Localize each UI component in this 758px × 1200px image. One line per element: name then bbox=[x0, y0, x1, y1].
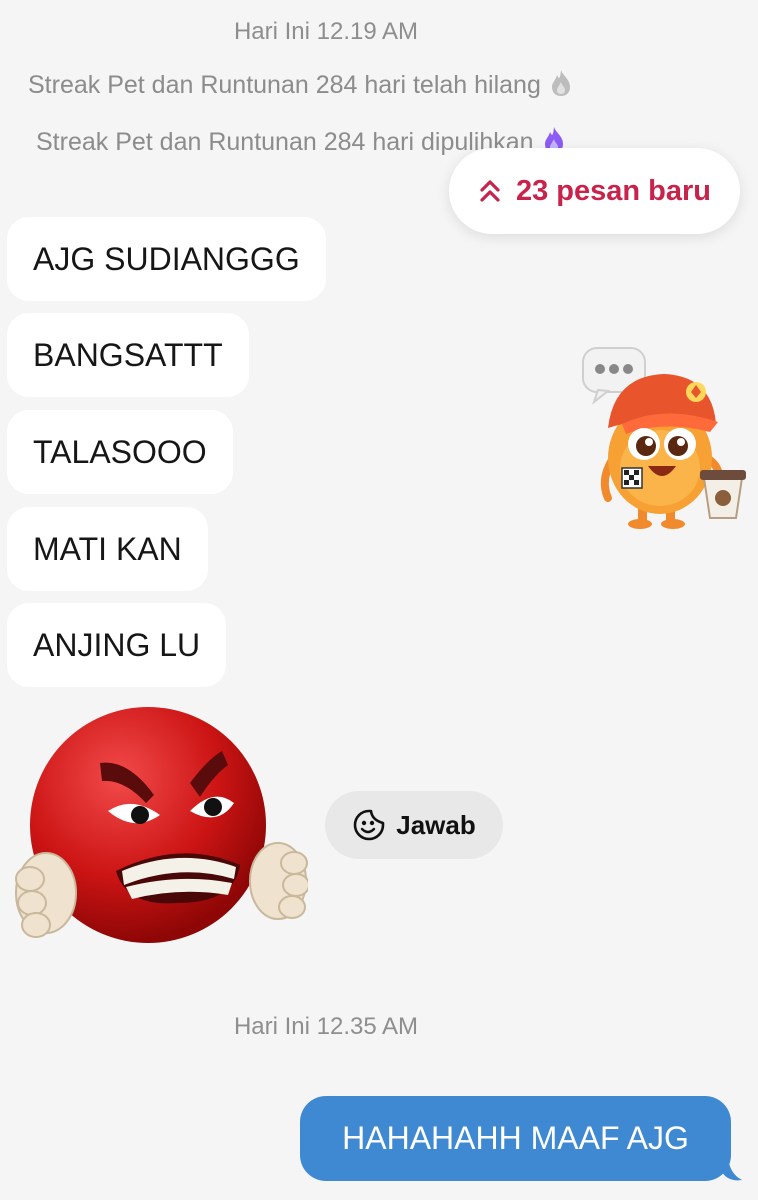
pet-mascot-sticker[interactable] bbox=[578, 340, 753, 535]
outgoing-bubble-tail bbox=[722, 1158, 742, 1181]
double-chevron-up-icon bbox=[480, 180, 500, 202]
fire-icon bbox=[549, 69, 573, 104]
incoming-message[interactable]: TALASOOO bbox=[7, 410, 233, 494]
sticker-smile-icon bbox=[353, 809, 385, 841]
system-message-streak-lost: Streak Pet dan Runtunan 284 hari telah h… bbox=[28, 69, 573, 104]
outgoing-message[interactable]: HAHAHAHH MAAF AJG bbox=[300, 1096, 731, 1181]
angry-red-ball-sticker[interactable] bbox=[8, 703, 310, 953]
system-message-text: Streak Pet dan Runtunan 284 hari dipulih… bbox=[36, 128, 534, 156]
new-messages-button[interactable]: 23 pesan baru bbox=[449, 148, 740, 234]
reply-label: Jawab bbox=[396, 809, 476, 840]
timestamp-2: Hari Ini 12.35 AM bbox=[233, 1013, 419, 1040]
incoming-message[interactable]: ANJING LU bbox=[7, 603, 227, 687]
new-messages-label: 23 pesan baru bbox=[515, 174, 712, 207]
incoming-message[interactable]: BANGSATTT bbox=[7, 313, 249, 397]
reply-button[interactable]: Jawab bbox=[325, 791, 503, 859]
system-message-text: Streak Pet dan Runtunan 284 hari telah h… bbox=[28, 71, 541, 99]
incoming-message[interactable]: MATI KAN bbox=[7, 507, 208, 591]
timestamp-1: Hari Ini 12.19 AM bbox=[233, 18, 419, 45]
incoming-message[interactable]: AJG SUDIANGGG bbox=[7, 217, 326, 301]
